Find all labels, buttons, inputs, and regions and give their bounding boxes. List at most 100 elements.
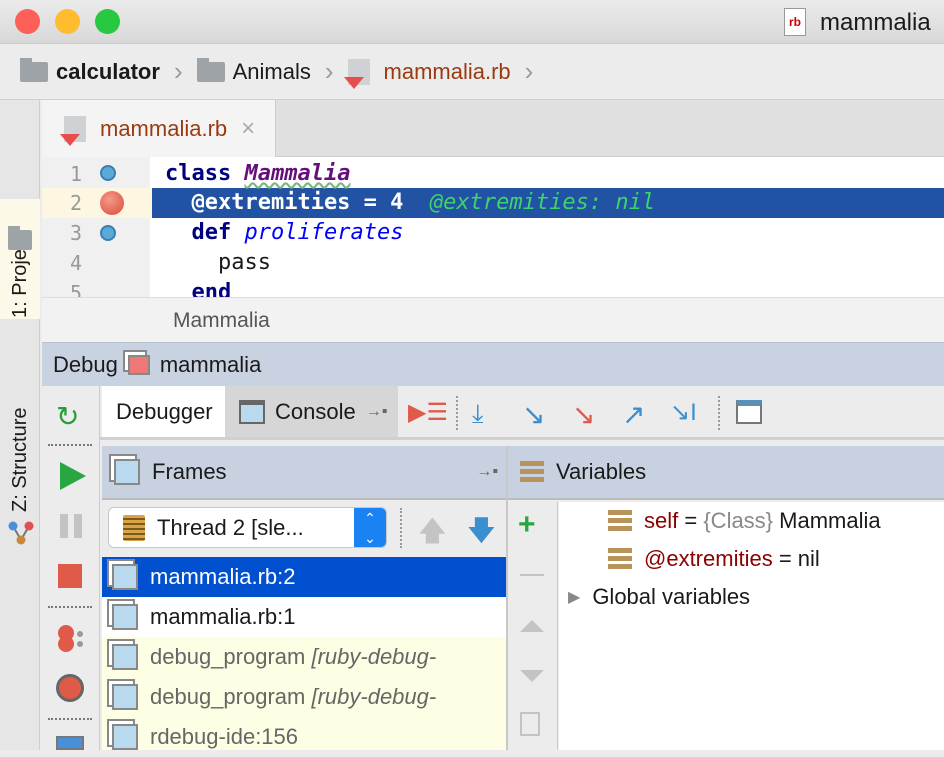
frame-name: rdebug-ide:156 xyxy=(150,724,299,749)
frame-name: debug_program xyxy=(150,684,306,709)
thread-selector[interactable]: Thread 2 [sle... ⌃ ⌄ xyxy=(108,507,387,548)
frames-title: Frames xyxy=(152,459,227,484)
tab-console[interactable]: Console →▪ xyxy=(225,386,398,437)
step-over-icon[interactable]: ⤓ xyxy=(472,398,502,428)
frame-row[interactable]: mammalia.rb:1 xyxy=(102,597,506,637)
var-eq: = xyxy=(772,546,798,571)
zoom-button[interactable] xyxy=(95,9,120,34)
method-name: proliferates xyxy=(244,220,404,245)
thread-icon xyxy=(123,514,145,541)
navigation-breadcrumb: calculator › Animals › mammalia.rb › xyxy=(0,44,944,100)
var-name: @extremities xyxy=(644,546,773,571)
folder-icon xyxy=(196,57,225,82)
rerun-icon[interactable]: ↻ xyxy=(56,400,79,433)
copy-icon[interactable] xyxy=(520,712,540,736)
frame-source: [ruby-debug- xyxy=(311,644,437,669)
expand-arrow-icon[interactable]: ▶ xyxy=(568,587,580,607)
move-down-icon[interactable] xyxy=(520,670,544,682)
run-to-cursor-icon[interactable]: ↘I xyxy=(670,398,700,428)
debug-header: Debug mammalia xyxy=(42,342,944,386)
remove-watch-icon[interactable] xyxy=(520,574,544,576)
frames-icon xyxy=(114,459,140,485)
tool-window-strip: 1: Project Z: Structure xyxy=(0,100,40,750)
thread-name: Thread 2 [sle... xyxy=(157,514,304,540)
var-eq: = xyxy=(678,508,704,533)
variable-row[interactable]: self = {Class} Mammalia xyxy=(608,502,881,540)
debug-config-name[interactable]: mammalia xyxy=(160,352,261,378)
debug-label: Debug xyxy=(53,351,118,377)
method-marker-icon[interactable] xyxy=(100,225,116,241)
method-marker-icon[interactable] xyxy=(100,165,116,181)
keyword: end xyxy=(191,280,232,297)
field-icon xyxy=(608,510,632,532)
minimize-button[interactable] xyxy=(55,9,80,34)
breakpoint-icon[interactable] xyxy=(100,191,124,215)
global-variables-row[interactable]: ▶ Global variables xyxy=(568,578,750,616)
breadcrumb-calculator[interactable]: calculator xyxy=(56,59,160,85)
ruby-file-icon xyxy=(60,115,86,146)
title-bar: rb mammalia xyxy=(0,0,944,44)
resume-icon[interactable] xyxy=(60,462,86,490)
class-name: Mammalia xyxy=(244,161,351,186)
breadcrumb-animals[interactable]: Animals xyxy=(233,59,311,85)
var-value: Mammalia xyxy=(773,508,881,533)
chevron-updown-icon: ⌃ ⌄ xyxy=(354,508,386,547)
keyword: class xyxy=(165,161,232,186)
frame-row[interactable]: rdebug-ide:156 xyxy=(102,717,506,757)
code-line: @extremities = 4 xyxy=(165,190,404,215)
new-watch-icon[interactable]: + xyxy=(518,508,536,542)
structure-tool-button[interactable]: Z: Structure xyxy=(9,408,32,512)
stop-icon[interactable] xyxy=(58,564,82,588)
breadcrumb-file[interactable]: mammalia.rb xyxy=(384,59,511,85)
ruby-file-icon: rb xyxy=(784,8,806,36)
pause-icon[interactable] xyxy=(60,514,82,538)
next-frame-icon[interactable]: 🡇 xyxy=(467,510,496,558)
close-button[interactable] xyxy=(15,9,40,34)
structure-icon xyxy=(8,520,34,546)
ruby-file-icon xyxy=(343,58,370,89)
frame-row[interactable]: debug_program [ruby-debug- xyxy=(102,677,506,717)
frame-row[interactable]: mammalia.rb:2 xyxy=(102,557,506,597)
frame-name: mammalia.rb:2 xyxy=(150,564,296,589)
inline-value: @extremities: nil xyxy=(429,190,656,215)
mute-breakpoints-icon[interactable] xyxy=(56,674,84,702)
variables-icon xyxy=(520,461,544,483)
chevron-right-icon: › xyxy=(324,56,334,86)
var-value: nil xyxy=(797,546,820,571)
frame-name: mammalia.rb:1 xyxy=(150,604,296,629)
window-title: mammalia xyxy=(820,9,931,36)
evaluate-expression-icon[interactable] xyxy=(736,400,762,424)
layout-icon[interactable] xyxy=(56,736,84,750)
close-tab-icon[interactable]: × xyxy=(241,115,255,143)
line-number: 5 xyxy=(69,281,82,297)
chevron-right-icon: › xyxy=(524,56,534,86)
console-icon xyxy=(239,399,265,424)
field-icon xyxy=(608,548,632,570)
view-breakpoints-icon[interactable] xyxy=(56,624,83,654)
code-editor[interactable]: 1 2 3 4 5 class Mammalia @extremities = … xyxy=(42,157,944,297)
debug-side-toolbar: ↻ xyxy=(42,386,100,750)
move-up-icon[interactable] xyxy=(520,620,544,632)
editor-breadcrumb[interactable]: Mammalia xyxy=(42,297,944,342)
tab-label: mammalia.rb xyxy=(100,115,228,141)
variable-row[interactable]: @extremities = nil xyxy=(608,540,820,578)
var-type: {Class} xyxy=(703,508,774,533)
frame-row[interactable]: debug_program [ruby-debug- xyxy=(102,637,506,677)
frame-icon xyxy=(112,644,138,670)
line-number: 4 xyxy=(69,251,82,275)
previous-frame-icon[interactable]: 🡅 xyxy=(418,510,447,558)
frame-icon xyxy=(112,564,138,590)
chevron-right-icon: › xyxy=(173,56,183,86)
tab-label: Console xyxy=(275,398,356,424)
pin-icon[interactable]: →▪ xyxy=(366,403,388,421)
force-step-into-icon[interactable]: ↘ xyxy=(572,398,602,430)
tab-debugger[interactable]: Debugger xyxy=(102,386,225,437)
pin-icon[interactable]: →▪ xyxy=(476,463,498,481)
frame-icon xyxy=(112,684,138,710)
tab-mammalia-rb[interactable]: mammalia.rb × xyxy=(42,100,276,157)
frames-header: Frames →▪ xyxy=(102,446,506,500)
tab-label: Debugger xyxy=(116,398,213,424)
show-execution-point-icon[interactable]: ▶☰ xyxy=(408,398,448,428)
step-into-icon[interactable]: ↘ xyxy=(522,398,552,430)
step-out-icon[interactable]: ↗ xyxy=(622,398,652,430)
